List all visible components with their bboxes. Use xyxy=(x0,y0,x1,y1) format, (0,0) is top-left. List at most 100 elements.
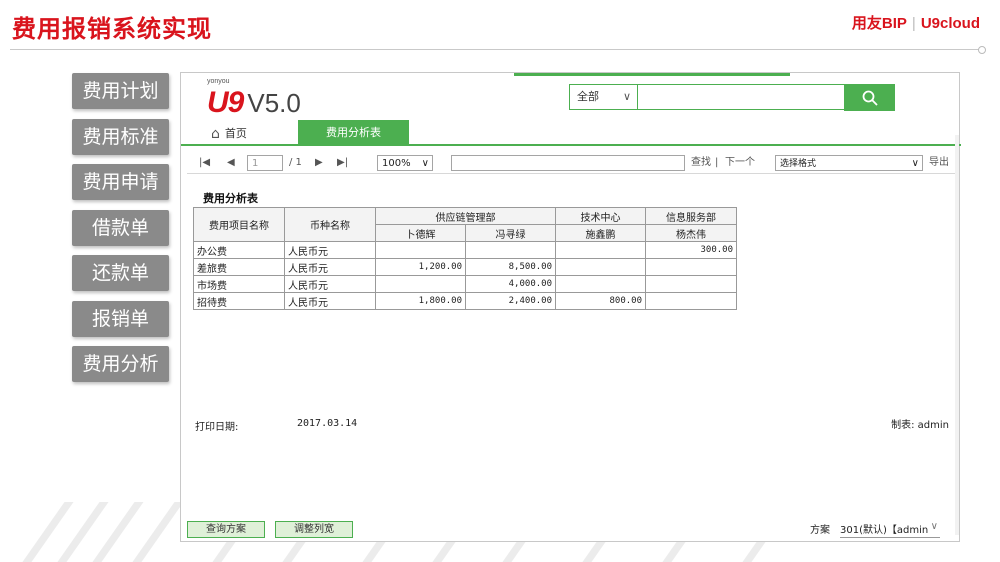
slide-title: 费用报销系统实现 xyxy=(12,15,212,43)
table-cell-v1 xyxy=(375,275,466,293)
scheme-value: 301(默认)【admin xyxy=(840,525,929,536)
table-cell-v3 xyxy=(555,241,646,259)
table-cell-v2: 8,500.00 xyxy=(465,258,556,276)
page-total: / 1 xyxy=(289,157,302,168)
yonyou-small-logo: yonyou xyxy=(207,78,230,85)
menu-button[interactable]: 费用标准 xyxy=(72,118,169,155)
menu-button[interactable]: 借款单 xyxy=(72,209,169,246)
tab-expense-analysis[interactable]: 费用分析表 xyxy=(298,120,409,145)
header-dept-tech: 技术中心 xyxy=(555,207,646,225)
table-cell-v2: 2,400.00 xyxy=(465,292,556,310)
search-button[interactable] xyxy=(844,84,895,111)
find-button[interactable]: 查找 xyxy=(691,155,711,171)
brand-logo: 用友BIP | U9cloud xyxy=(852,12,980,33)
scheme-select[interactable]: 301(默认)【admin ∨ xyxy=(840,521,940,538)
zoom-select[interactable]: 100% ∨ xyxy=(377,155,433,171)
adjust-column-width-button[interactable]: 调整列宽 xyxy=(275,521,353,538)
table-row: 市场费 人民币元 4,000.00 xyxy=(193,275,737,293)
decorative-stripe xyxy=(125,502,184,562)
table-cell-item: 招待费 xyxy=(193,292,285,310)
search-input[interactable] xyxy=(637,84,845,110)
chevron-down-icon: ∨ xyxy=(911,158,919,169)
header-dept-supply: 供应链管理部 xyxy=(375,207,556,225)
table-cell-v3 xyxy=(555,258,646,276)
report-title: 费用分析表 xyxy=(203,192,258,205)
tab-home-label: 首页 xyxy=(224,127,247,140)
chevron-down-icon: ∨ xyxy=(421,158,429,169)
query-plan-button[interactable]: 查询方案 xyxy=(187,521,265,538)
page-number-input[interactable]: 1 xyxy=(247,155,283,171)
export-format-select[interactable]: 选择格式 ∨ xyxy=(775,155,923,171)
brand-bip: 用友BIP xyxy=(851,15,907,32)
table-cell-currency: 人民币元 xyxy=(284,258,376,276)
table-cell-v4 xyxy=(645,275,737,293)
search-icon xyxy=(862,90,878,106)
expense-analysis-table: 费用项目名称 币种名称 供应链管理部 技术中心 信息服务部 卜德辉 冯寻绿 施鑫… xyxy=(193,207,737,310)
table-cell-v1 xyxy=(375,241,466,259)
table-cell-v4 xyxy=(645,258,737,276)
table-cell-v3 xyxy=(555,275,646,293)
u9-app-window: yonyou U9 V5.0 全部 ∨ ⌂ 首页 费用分析表 |◀ ◀ 1 / 1 … xyxy=(180,72,961,542)
brand-u9cloud: U9cloud xyxy=(920,15,980,32)
u9-logo: U9 V5.0 xyxy=(207,86,301,119)
header-person-2: 冯寻绿 xyxy=(465,224,556,242)
report-toolbar: |◀ ◀ 1 / 1 ▶ ▶| 100% ∨ 查找 | 下一个 选择格式 ∨ 导… xyxy=(187,152,957,174)
table-row: 办公费 人民币元 300.00 xyxy=(193,241,737,259)
u9-logo-mark: U9 xyxy=(207,86,244,119)
menu-button[interactable]: 还款单 xyxy=(72,255,169,291)
prev-page-button[interactable]: ◀ xyxy=(227,155,235,171)
table-cell-currency: 人民币元 xyxy=(284,241,376,259)
print-date-label: 打印日期: xyxy=(195,422,239,433)
tab-home[interactable]: ⌂ 首页 xyxy=(211,123,247,145)
table-cell-item: 办公费 xyxy=(193,241,285,259)
menu-button[interactable]: 报销单 xyxy=(72,300,169,337)
u9-version: V5.0 xyxy=(247,88,301,118)
find-divider: | xyxy=(715,157,719,168)
find-next-button[interactable]: 下一个 xyxy=(725,155,755,171)
table-cell-v1: 1,200.00 xyxy=(375,258,466,276)
zoom-value: 100% xyxy=(382,158,411,169)
header-person-4: 杨杰伟 xyxy=(645,224,737,242)
menu-button[interactable]: 费用申请 xyxy=(72,164,169,200)
menu-button[interactable]: 费用计划 xyxy=(72,73,169,109)
search-scope-value: 全部 xyxy=(577,90,599,103)
table-cell-currency: 人民币元 xyxy=(284,275,376,293)
brand-separator: | xyxy=(911,15,916,32)
tab-underline xyxy=(181,144,961,146)
export-format-value: 选择格式 xyxy=(780,159,817,169)
next-page-button[interactable]: ▶ xyxy=(315,155,323,171)
table-row: 招待费 人民币元 1,800.00 2,400.00 800.00 xyxy=(193,292,737,310)
header-person-1: 卜德辉 xyxy=(375,224,466,242)
chevron-down-icon: ∨ xyxy=(622,90,631,103)
table-cell-v2: 4,000.00 xyxy=(465,275,556,293)
find-input[interactable] xyxy=(451,155,685,171)
table-cell-v1: 1,800.00 xyxy=(375,292,466,310)
report-maker: 制表: admin xyxy=(891,420,949,431)
table-header-row: 费用项目名称 币种名称 供应链管理部 技术中心 信息服务部 xyxy=(193,207,737,242)
search-scope-select[interactable]: 全部 ∨ xyxy=(569,84,637,110)
table-cell-v4 xyxy=(645,292,737,310)
print-date-value: 2017.03.14 xyxy=(297,418,358,429)
header-person-3: 施鑫鹏 xyxy=(555,224,646,242)
table-cell-item: 市场费 xyxy=(193,275,285,293)
table-cell-v4: 300.00 xyxy=(645,241,737,259)
vertical-scrollbar[interactable] xyxy=(955,135,959,535)
chevron-down-icon: ∨ xyxy=(930,521,938,532)
first-page-button[interactable]: |◀ xyxy=(199,155,210,171)
table-cell-currency: 人民币元 xyxy=(284,292,376,310)
decorative-stripe xyxy=(85,502,144,562)
header-item-name: 费用项目名称 xyxy=(193,207,285,242)
export-button[interactable]: 导出 xyxy=(929,155,949,171)
table-row: 差旅费 人民币元 1,200.00 8,500.00 xyxy=(193,258,737,276)
scheme-label: 方案 xyxy=(810,525,830,536)
home-icon: ⌂ xyxy=(211,126,220,142)
decorative-stripe xyxy=(15,502,74,562)
table-cell-v2 xyxy=(465,241,556,259)
header-currency: 币种名称 xyxy=(284,207,376,242)
title-divider xyxy=(10,46,986,54)
last-page-button[interactable]: ▶| xyxy=(337,155,348,171)
table-cell-item: 差旅费 xyxy=(193,258,285,276)
menu-button[interactable]: 费用分析 xyxy=(72,346,169,382)
table-cell-v3: 800.00 xyxy=(555,292,646,310)
header-dept-info: 信息服务部 xyxy=(645,207,737,225)
